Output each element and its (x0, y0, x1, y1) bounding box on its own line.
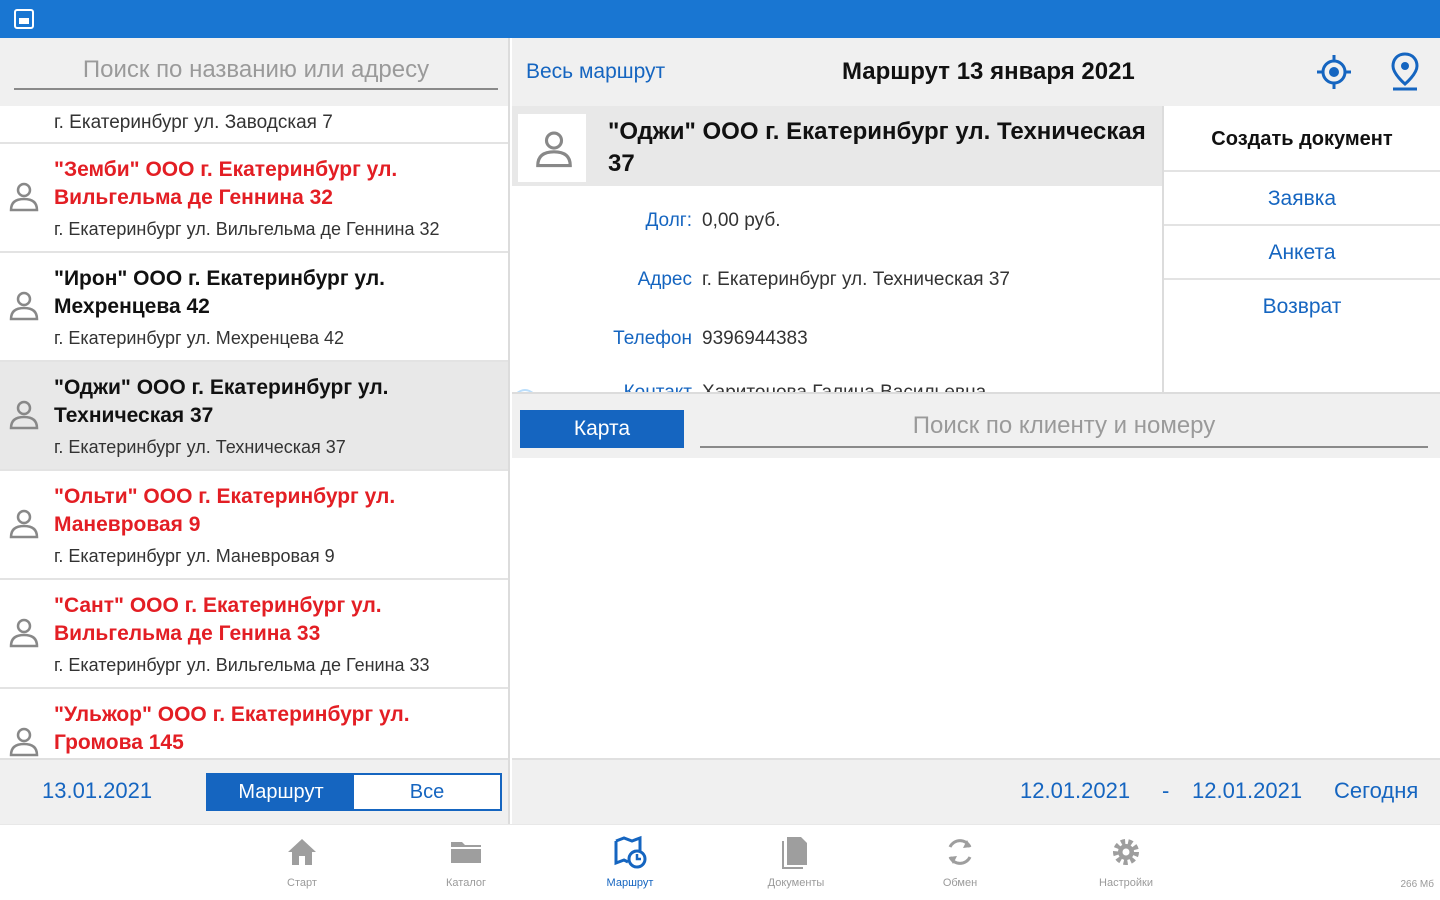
client-name: "Ирон" ООО г. Екатеринбург ул. Мехренцев… (54, 267, 385, 318)
tab-start[interactable]: Старт (232, 835, 372, 889)
list-item[interactable]: "Земби" ООО г. Екатеринбург ул. Вильгель… (0, 144, 508, 253)
tab-label: Документы (767, 877, 825, 889)
client-address: г. Екатеринбург ул. Мехренцева 42 (54, 328, 345, 348)
client-address: г. Екатеринбург ул. Техническая 37 (54, 437, 346, 457)
client-title: "Оджи" ООО г. Екатеринбург ул. Техническ… (608, 118, 1146, 177)
documents-list (512, 458, 1440, 758)
route-toggle-button[interactable]: Маршрут (208, 775, 354, 809)
document-search-input[interactable] (700, 406, 1428, 448)
person-icon (9, 509, 39, 539)
home-icon (288, 839, 316, 865)
status-bar: 100% 11:30 (0, 0, 1440, 413)
list-item[interactable]: "Ульжор" ООО г. Екатеринбург ул. Громова… (0, 689, 508, 758)
documents-icon (782, 837, 807, 869)
list-item-selected[interactable]: "Оджи" ООО г. Екатеринбург ул. Техническ… (0, 362, 508, 471)
client-address: г. Екатеринбург ул. Вильгельма де Геннин… (54, 219, 440, 239)
client-detail: "Оджи" ООО г. Екатеринбург ул. Техническ… (512, 106, 1162, 392)
map-button[interactable]: Карта (520, 410, 684, 448)
tab-label: Старт (287, 877, 317, 889)
page-title: Маршрут 13 января 2021 (842, 58, 1135, 85)
folder-icon (451, 842, 481, 863)
list-item[interactable]: "Ольти" ООО г. Екатеринбург ул. Маневров… (0, 471, 508, 580)
tab-label: Настройки (1099, 877, 1153, 889)
field-value: 0,00 руб. (702, 210, 781, 231)
all-route-link[interactable]: Весь маршрут (526, 60, 665, 84)
client-detail-header: "Оджи" ООО г. Екатеринбург ул. Техническ… (512, 106, 1162, 186)
menu-item-survey[interactable]: Анкета (1164, 226, 1440, 280)
person-icon (9, 182, 39, 212)
field-label: Телефон (613, 328, 692, 349)
list-item[interactable]: "Ирон" ООО г. Екатеринбург ул. Мехренцев… (0, 253, 508, 362)
bottom-navigation: Старт Каталог Маршрут Документы Обмен На… (0, 824, 1440, 900)
today-button[interactable]: Сегодня (1334, 778, 1418, 804)
tab-label: Каталог (446, 877, 486, 889)
person-icon (9, 618, 39, 648)
menu-title: Создать документ (1164, 106, 1440, 172)
tab-label: Обмен (942, 877, 978, 889)
client-name: "Ульжор" ООО г. Екатеринбург ул. Громова… (54, 703, 410, 754)
sync-icon (948, 839, 972, 865)
field-label: Контакт (512, 382, 692, 392)
client-address: г. Екатеринбург ул. Маневровая 9 (54, 546, 335, 566)
person-icon (9, 291, 39, 321)
map-pin-icon[interactable] (1390, 52, 1420, 92)
client-list-panel: г. Екатеринбург ул. Заводская 7 "Земби" … (0, 38, 510, 824)
field-value: Харитонова Галина Васильевна (702, 382, 986, 392)
menu-item-return[interactable]: Возврат (1164, 280, 1440, 334)
list-item-address[interactable]: г. Екатеринбург ул. Заводская 7 (0, 106, 508, 144)
left-footer: 13.01.2021 Маршрут Все (0, 758, 508, 824)
menu-item-order[interactable]: Заявка (1164, 172, 1440, 226)
route-detail-panel: Весь маршрут Маршрут 13 января 2021 "Одж… (512, 38, 1440, 824)
date-separator: - (1162, 778, 1170, 803)
documents-toolbar: Карта (512, 392, 1440, 458)
client-list: г. Екатеринбург ул. Заводская 7 "Земби" … (0, 106, 508, 758)
client-name: "Сант" ООО г. Екатеринбург ул. Вильгельм… (54, 594, 382, 645)
field-value: г. Екатеринбург ул. Техническая 37 (702, 269, 1010, 290)
tab-catalog[interactable]: Каталог (396, 835, 536, 889)
notification-icon (14, 9, 34, 29)
person-icon (9, 727, 39, 757)
memory-usage: 266 Мб (1400, 879, 1434, 890)
create-document-menu: Создать документ Заявка Анкета Возврат (1162, 106, 1440, 392)
date-from[interactable]: 12.01.2021 (1020, 778, 1130, 804)
tab-settings[interactable]: Настройки (1056, 835, 1196, 889)
avatar (518, 114, 586, 182)
client-address: г. Екатеринбург ул. Вильгельма де Генина… (54, 655, 430, 675)
route-date[interactable]: 13.01.2021 (42, 778, 152, 804)
right-footer: 12.01.2021 - 12.01.2021 Сегодня (512, 758, 1440, 824)
locate-icon[interactable] (1316, 54, 1352, 90)
client-search-bar (0, 38, 508, 106)
gear-icon (1113, 839, 1139, 865)
tab-route[interactable]: Маршрут (560, 835, 700, 889)
route-filter-toggle: Маршрут Все (206, 773, 502, 811)
client-name: "Ольти" ООО г. Екатеринбург ул. Маневров… (54, 485, 396, 536)
list-item[interactable]: "Сант" ООО г. Екатеринбург ул. Вильгельм… (0, 580, 508, 689)
field-value[interactable]: 9396944383 (702, 328, 808, 350)
date-to[interactable]: 12.01.2021 (1192, 778, 1302, 804)
field-label: Адрес (637, 269, 692, 290)
route-header: Весь маршрут Маршрут 13 января 2021 (512, 38, 1440, 106)
tab-label: Маршрут (606, 877, 654, 889)
client-search-input[interactable] (14, 52, 498, 90)
all-toggle-button[interactable]: Все (354, 775, 500, 809)
client-name: "Земби" ООО г. Екатеринбург ул. Вильгель… (54, 158, 398, 209)
tab-exchange[interactable]: Обмен (890, 835, 1030, 889)
person-icon (536, 131, 572, 168)
person-icon (9, 400, 39, 430)
field-label: Долг: (645, 210, 692, 231)
client-name: "Оджи" ООО г. Екатеринбург ул. Техническ… (54, 376, 389, 427)
route-icon (614, 835, 647, 869)
tab-documents[interactable]: Документы (726, 835, 866, 889)
